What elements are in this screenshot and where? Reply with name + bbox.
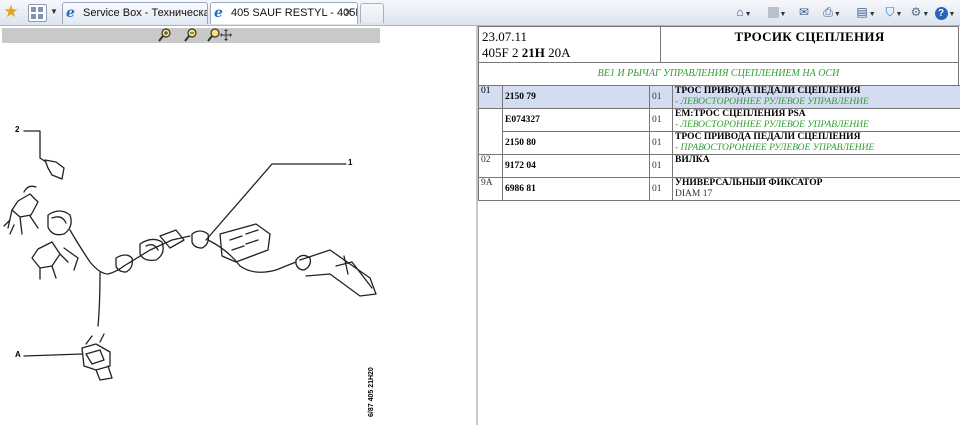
tab-title: 405 SAUF RESTYL - 405F ...	[231, 7, 357, 19]
page-title: ТРОСИК СЦЕПЛЕНИЯ	[734, 29, 885, 44]
part-subtitle: - ПРАВОСТОРОННЕЕ РУЛЕВОЕ УПРАВЛЕНИЕ	[675, 143, 875, 153]
ref-cell: 02	[478, 154, 503, 178]
quantity: 01	[652, 161, 662, 171]
header-model: 405F 2 21H 20A	[482, 45, 571, 61]
mail-icon: ✉	[798, 5, 810, 19]
zoom-pan-icon[interactable]	[207, 28, 233, 43]
section-heading: ВЕ1 И РЫЧАГ УПРАВЛЕНИЯ СЦЕПЛЕНИЕМ НА ОСИ	[478, 63, 959, 86]
part-number[interactable]: 6986 81	[505, 184, 536, 194]
zoom-in-icon[interactable]	[158, 28, 172, 43]
callout-2: 2	[15, 125, 20, 134]
safety-icon: ⛉	[885, 5, 895, 19]
parts-pane: 23.07.11 405F 2 21H 20A ТРОСИК СЦЕПЛЕНИЯ…	[478, 26, 960, 425]
ie-page-icon: e	[66, 5, 75, 21]
ref-cell: 9A	[478, 177, 503, 201]
safety-button[interactable]: ⛉▼	[880, 3, 908, 21]
ref-cell	[478, 108, 503, 155]
part-number[interactable]: 2150 79	[505, 92, 536, 102]
zoom-out-icon[interactable]	[184, 28, 198, 43]
part-subtitle: - ЛЕВОСТОРОННЕЕ РУЛЕВОЕ УПРАВЛЕНИЕ	[675, 120, 869, 130]
part-description: ТРОС ПРИВОДА ПЕДАЛИ СЦЕПЛЕНИЯ	[675, 86, 861, 97]
part-number-cell: 6986 81	[502, 177, 650, 201]
qty-cell: 01	[649, 177, 673, 201]
tools-button[interactable]: ⚙▼	[906, 3, 934, 21]
description-cell: EM:ТРОС СЦЕПЛЕНИЯ PSA - ЛЕВОСТОРОННЕЕ РУЛ…	[672, 108, 960, 132]
page-button[interactable]: ▤▼	[852, 3, 880, 21]
print-button[interactable]: ⎙▼	[818, 3, 846, 21]
print-icon: ⎙	[823, 5, 833, 19]
quantity: 01	[652, 92, 662, 102]
favorites-star-icon[interactable]: ★	[2, 3, 20, 21]
parts-header: 23.07.11 405F 2 21H 20A ТРОСИК СЦЕПЛЕНИЯ	[478, 26, 959, 63]
drawing-pane: 2 1 A 6/87 405 21H20	[0, 26, 476, 425]
quantity: 01	[652, 138, 662, 148]
part-description: EM:ТРОС СЦЕПЛЕНИЯ PSA	[675, 109, 806, 120]
description-cell: УНИВЕРСАЛЬНЫЙ ФИКСАТОР DIAM 17	[672, 177, 960, 201]
model-suffix: 20A	[544, 45, 571, 60]
description-cell: ВИЛКА	[672, 154, 960, 178]
help-icon: ?	[934, 7, 948, 20]
description-cell: ТРОС ПРИВОДА ПЕДАЛИ СЦЕПЛЕНИЯ - ЛЕВОСТОРО…	[672, 85, 960, 109]
part-subtitle: - ЛЕВОСТОРОННЕЕ РУЛЕВОЕ УПРАВЛЕНИЕ	[675, 97, 869, 107]
tab-405-sauf-restyl[interactable]: e 405 SAUF RESTYL - 405F ... ✕	[210, 2, 358, 24]
qty-cell: 01	[649, 85, 673, 109]
part-description: ВИЛКА	[675, 155, 710, 166]
header-meta: 23.07.11 405F 2 21H 20A	[480, 27, 661, 62]
header-date: 23.07.11	[482, 29, 528, 44]
home-icon: ⌂	[736, 5, 744, 19]
part-number[interactable]: E074327	[505, 115, 540, 125]
mail-button[interactable]: ✉	[796, 3, 812, 21]
quantity: 01	[652, 115, 662, 125]
ie-page-icon: e	[214, 5, 223, 21]
feeds-button[interactable]: ▼	[763, 3, 791, 21]
zoom-toolbar	[2, 28, 380, 43]
feeds-icon	[767, 7, 779, 19]
part-number-cell: E074327	[502, 108, 650, 132]
table-row[interactable]: E074327 01 EM:ТРОС СЦЕПЛЕНИЯ PSA - ЛЕВОСТ…	[478, 108, 960, 155]
tab-list-dropdown-icon[interactable]: ▼	[48, 5, 60, 19]
new-tab-button[interactable]	[360, 3, 384, 23]
callout-1: 1	[348, 158, 353, 167]
tab-title: Service Box - Техническая ...	[83, 7, 207, 19]
model-engine: 21H	[521, 45, 545, 60]
table-row[interactable]: 9A 6986 81 01 УНИВЕРСАЛЬНЫЙ ФИКСАТОР DIAM…	[478, 177, 960, 201]
model-prefix: 405F 2	[482, 45, 522, 60]
table-row[interactable]: 2150 80 01 ТРОС ПРИВОДА ПЕДАЛИ СЦЕПЛЕНИЯ…	[479, 131, 960, 155]
part-number[interactable]: 9172 04	[505, 161, 536, 171]
close-tab-icon[interactable]: ✕	[344, 3, 353, 23]
part-number-cell: 9172 04	[502, 154, 650, 178]
home-button[interactable]: ⌂▼	[730, 3, 758, 21]
ref-cell: 01	[478, 85, 503, 109]
table-row[interactable]: 02 9172 04 01 ВИЛКА	[478, 154, 960, 178]
browser-tab-bar: ★ ▼ e Service Box - Техническая ... e 40…	[0, 0, 960, 26]
quick-tabs-icon[interactable]	[28, 4, 47, 22]
qty-cell: 01	[649, 154, 673, 178]
quantity: 01	[652, 184, 662, 194]
drawing-margin-code: 6/87 405 21H20	[368, 367, 375, 417]
qty-cell: 01	[649, 108, 673, 132]
part-description: ТРОС ПРИВОДА ПЕДАЛИ СЦЕПЛЕНИЯ	[675, 132, 861, 143]
tools-icon: ⚙	[910, 5, 922, 19]
page-icon: ▤	[856, 5, 868, 19]
part-number[interactable]: 2150 80	[505, 138, 536, 148]
part-description: УНИВЕРСАЛЬНЫЙ ФИКСАТОР	[675, 178, 823, 189]
tab-service-box[interactable]: e Service Box - Техническая ...	[62, 2, 208, 24]
callout-a: A	[15, 350, 21, 359]
help-button[interactable]: ? ▼	[932, 3, 958, 21]
parts-table: 01 2150 79 01 ТРОС ПРИВОДА ПЕДАЛИ СЦЕПЛЕ…	[478, 85, 960, 201]
description-cell: ТРОС ПРИВОДА ПЕДАЛИ СЦЕПЛЕНИЯ - ПРАВОСТОР…	[672, 131, 960, 155]
part-number-cell: 2150 80	[502, 131, 650, 155]
part-number-cell: 2150 79	[502, 85, 650, 109]
qty-cell: 01	[649, 131, 673, 155]
part-note: DIAM 17	[675, 189, 713, 199]
clutch-cable-diagram: 2 1 A 6/87 405 21H20	[3, 125, 377, 417]
table-row[interactable]: 01 2150 79 01 ТРОС ПРИВОДА ПЕДАЛИ СЦЕПЛЕ…	[478, 85, 960, 109]
